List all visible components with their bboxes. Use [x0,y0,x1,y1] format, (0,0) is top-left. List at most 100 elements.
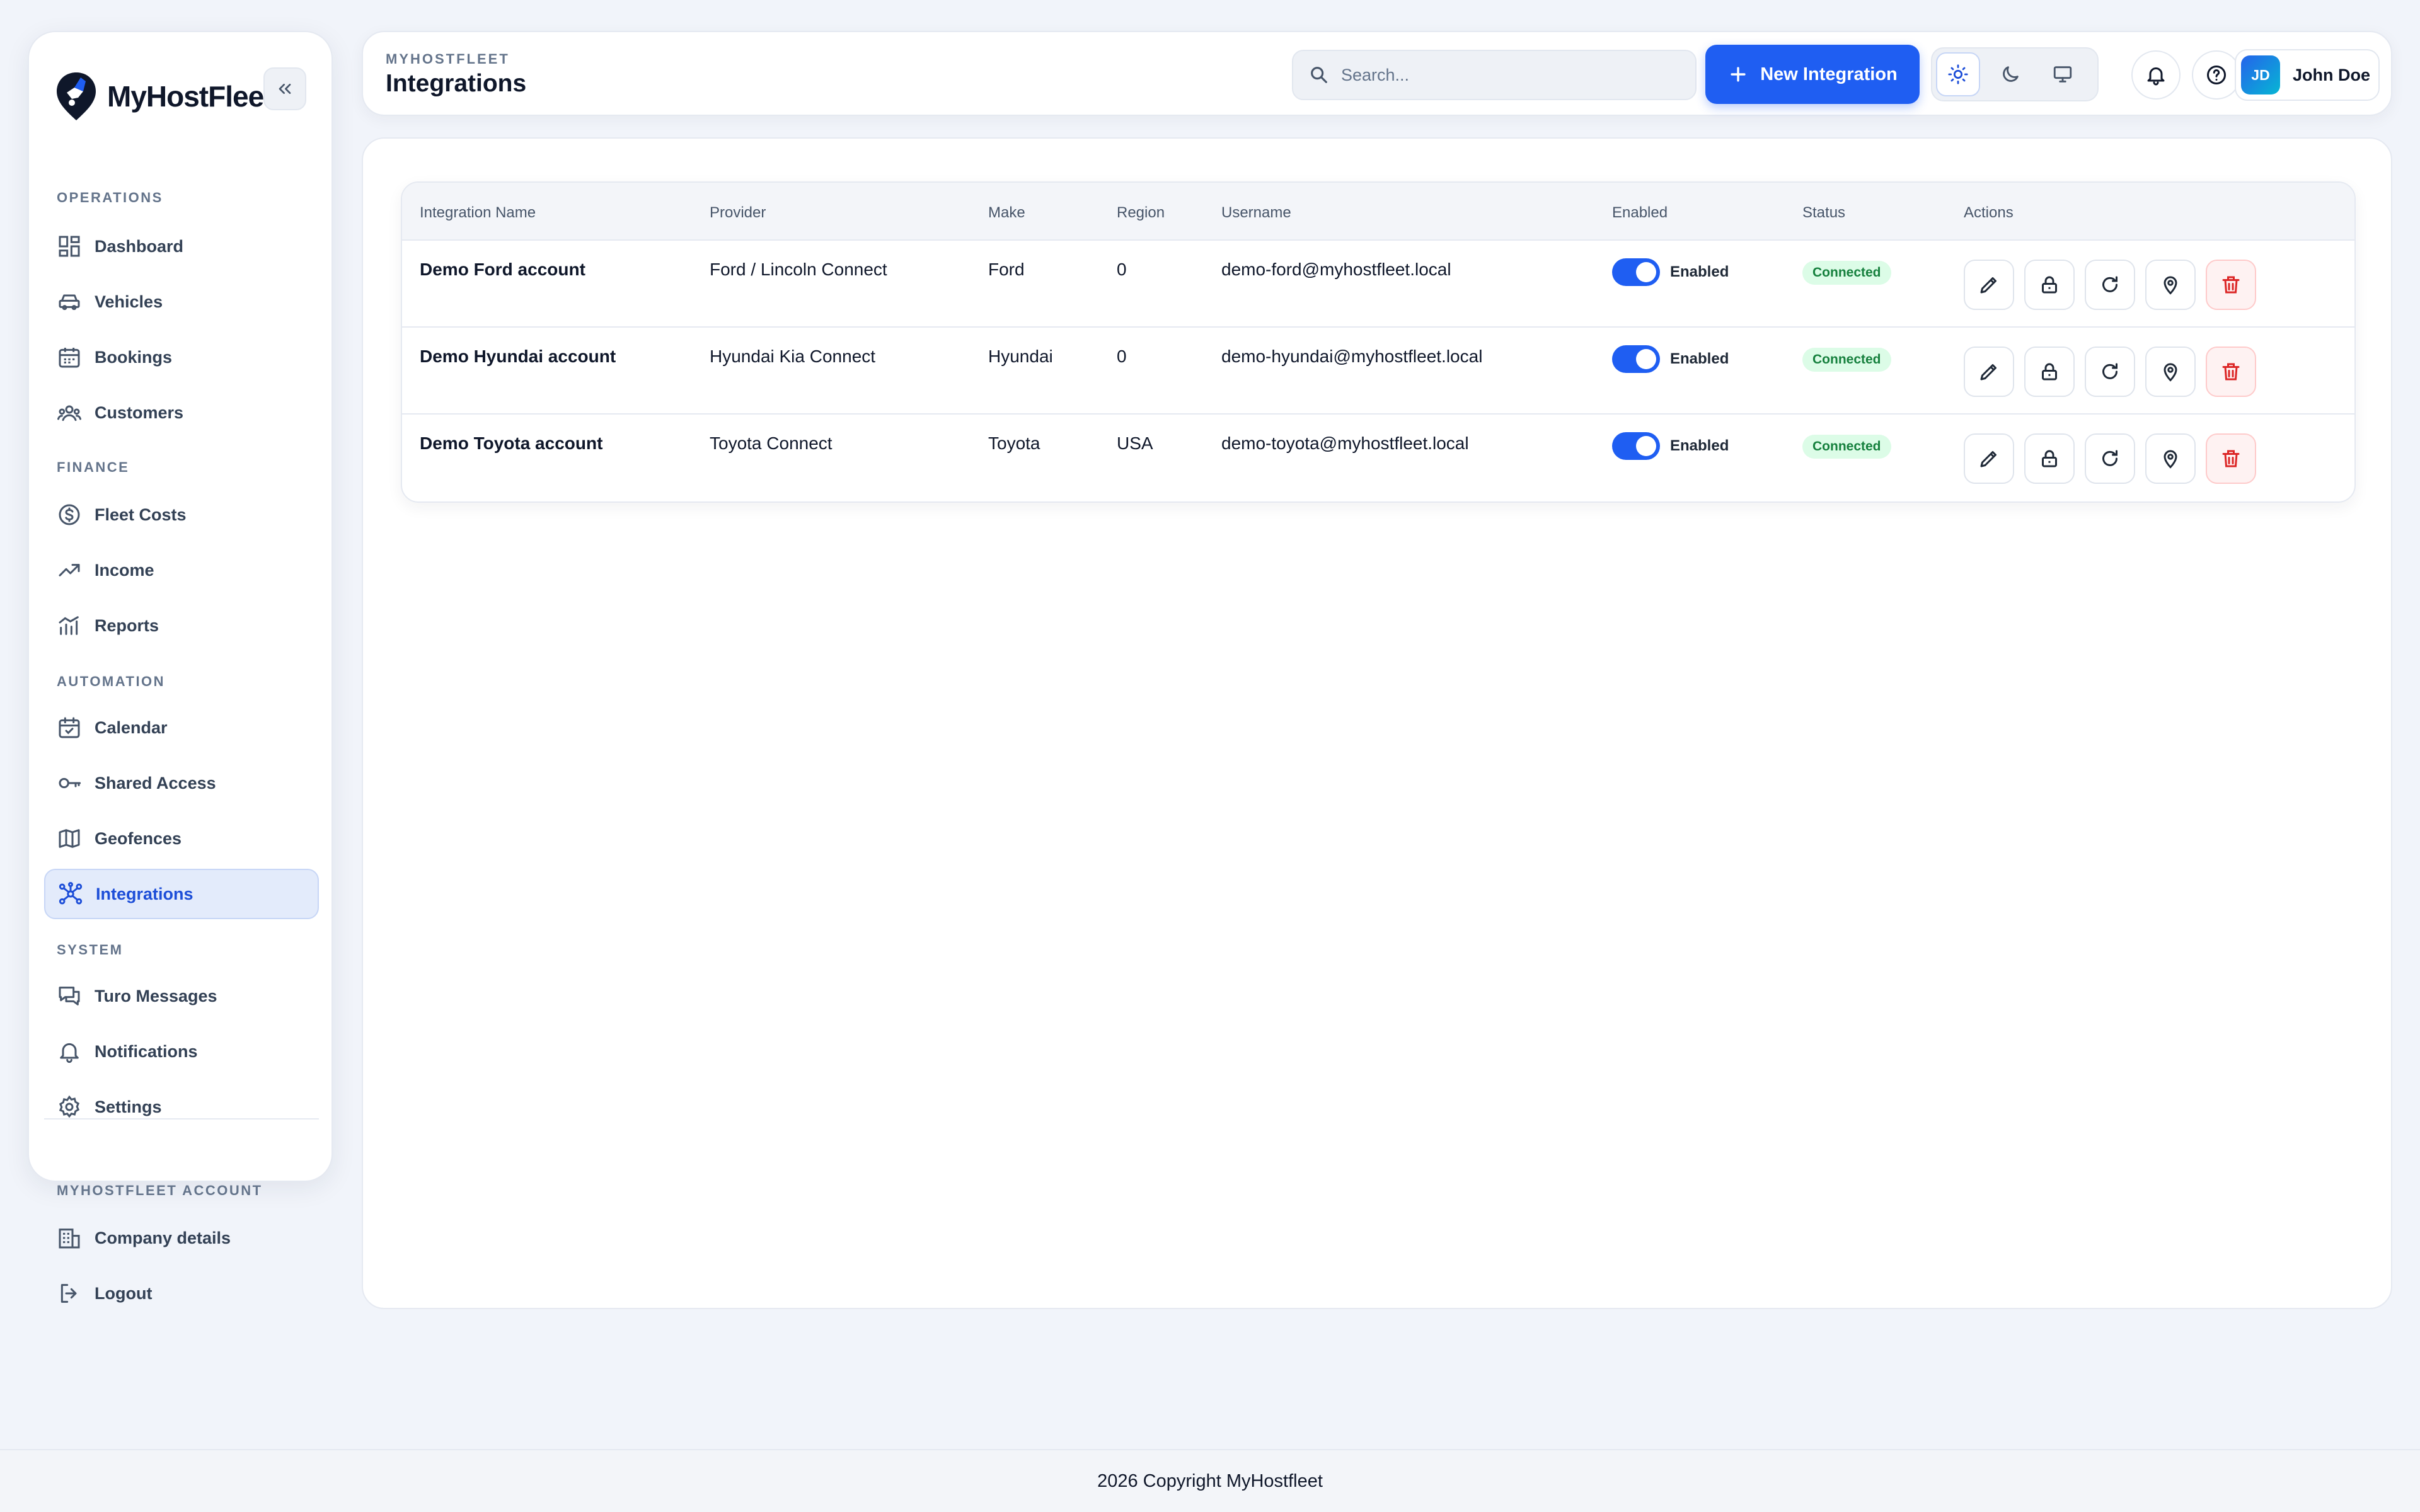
new-integration-button[interactable]: New Integration [1705,45,1920,104]
cell-provider: Hyundai Kia Connect [710,346,876,366]
sidebar-item-fleet-costs[interactable]: Fleet Costs [44,490,319,540]
calendar-check-icon [59,717,80,738]
cell-integration-name: Demo Ford account [420,260,585,279]
sidebar-item-calendar[interactable]: Calendar [44,702,319,753]
toggle-switch[interactable] [1612,345,1660,373]
refresh-button[interactable] [2085,346,2135,397]
map-icon [59,829,80,848]
sidebar-item-income[interactable]: Income [44,545,319,595]
col-actions: Actions [1964,204,2014,221]
sidebar-item-shared-access[interactable]: Shared Access [44,758,319,808]
sidebar-item-logout[interactable]: Logout [44,1268,319,1319]
collapse-sidebar-button[interactable] [263,67,306,110]
trash-icon [2222,276,2240,294]
enabled-toggle[interactable]: Enabled [1612,258,1729,286]
sidebar-item-customers[interactable]: Customers [44,387,319,438]
system-theme-button[interactable] [2041,52,2085,96]
sidebar-item-vehicles[interactable]: Vehicles [44,277,319,327]
sidebar-item-label: Shared Access [95,773,216,793]
sidebar: MyHostFleet OPERATIONS Dashboard Vehicle… [28,31,333,1303]
dark-theme-button[interactable] [1989,52,2032,96]
page-title: Integrations [386,70,527,97]
map-pin-icon [2164,363,2177,382]
light-theme-button[interactable] [1936,52,1980,96]
help-button[interactable] [2192,50,2241,100]
footer: 2026 Copyright MyHostfleet [0,1449,2420,1512]
cell-provider: Toyota Connect [710,433,833,453]
gear-icon [59,1095,80,1118]
cell-provider: Ford / Lincoln Connect [710,260,887,279]
cell-region: 0 [1117,346,1127,366]
pencil-icon [1980,451,1997,467]
sidebar-item-reports[interactable]: Reports [44,600,319,651]
sidebar-item-settings[interactable]: Settings [44,1082,319,1132]
pencil-icon [1980,364,1997,381]
sidebar-item-label: Income [95,560,154,580]
edit-button[interactable] [1964,260,2014,310]
enabled-toggle[interactable]: Enabled [1612,345,1729,373]
key-icon [59,777,81,789]
map-pin-icon [2164,450,2177,469]
section-system: SYSTEM [57,942,124,958]
refresh-button[interactable] [2085,433,2135,484]
toggle-label: Enabled [1670,437,1729,454]
sidebar-item-label: Settings [95,1097,162,1116]
locate-button[interactable] [2145,260,2196,310]
toggle-switch[interactable] [1612,258,1660,286]
users-icon [57,405,81,421]
user-menu[interactable]: JD John Doe [2235,49,2380,101]
brand[interactable]: MyHostFleet [53,65,273,128]
locate-button[interactable] [2145,346,2196,397]
edit-button[interactable] [1964,346,2014,397]
refresh-icon [2102,276,2118,292]
locate-button[interactable] [2145,433,2196,484]
status-badge: Connected [1802,261,1891,285]
plus-icon [1731,67,1746,82]
refresh-icon [2102,450,2118,466]
sidebar-item-bookings[interactable]: Bookings [44,332,319,382]
moon-icon [2003,66,2019,82]
sidebar-item-notifications[interactable]: Notifications [44,1026,319,1077]
monitor-icon [2054,66,2072,83]
enabled-toggle[interactable]: Enabled [1612,432,1729,460]
col-region: Region [1117,204,1165,221]
cell-username: demo-toyota@myhostfleet.local [1221,433,1469,453]
sidebar-item-label: Reports [95,616,159,635]
top-header: MYHOSTFLEET Integrations New Integration… [362,31,2392,116]
bar-chart-icon [59,616,79,635]
network-icon [59,882,83,905]
sidebar-item-integrations[interactable]: Integrations [44,869,319,919]
sidebar-item-dashboard[interactable]: Dashboard [44,221,319,272]
edit-button[interactable] [1964,433,2014,484]
delete-button[interactable] [2206,260,2256,310]
row-actions [1964,260,2266,310]
delete-button[interactable] [2206,433,2256,484]
cell-integration-name: Demo Toyota account [420,433,603,453]
sidebar-item-label: Vehicles [95,292,163,311]
delete-button[interactable] [2206,346,2256,397]
sidebar-item-label: Dashboard [95,236,184,256]
credentials-button[interactable] [2024,433,2075,484]
search-box[interactable] [1292,50,1697,100]
col-integration-name: Integration Name [420,204,536,221]
toggle-switch[interactable] [1612,432,1660,460]
avatar: JD [2241,55,2280,94]
col-provider: Provider [710,204,766,221]
sidebar-item-geofences[interactable]: Geofences [44,813,319,864]
building-icon [59,1228,80,1249]
notifications-button[interactable] [2131,50,2181,100]
lock-icon [2042,450,2057,467]
bell-icon [2147,67,2165,86]
sidebar-item-company-details[interactable]: Company details [44,1213,319,1263]
sidebar-item-turo-messages[interactable]: Turo Messages [44,971,319,1021]
main-content: Integration Name Provider Make Region Us… [362,137,2392,1309]
credentials-button[interactable] [2024,346,2075,397]
theme-switcher [1931,47,2099,101]
integrations-table: Integration Name Provider Make Region Us… [401,181,2356,503]
credentials-button[interactable] [2024,260,2075,310]
sidebar-item-label: Fleet Costs [95,505,187,524]
refresh-button[interactable] [2085,260,2135,310]
cell-region: USA [1117,433,1153,453]
dollar-circle-icon [59,504,80,525]
search-input[interactable] [1341,65,1681,85]
